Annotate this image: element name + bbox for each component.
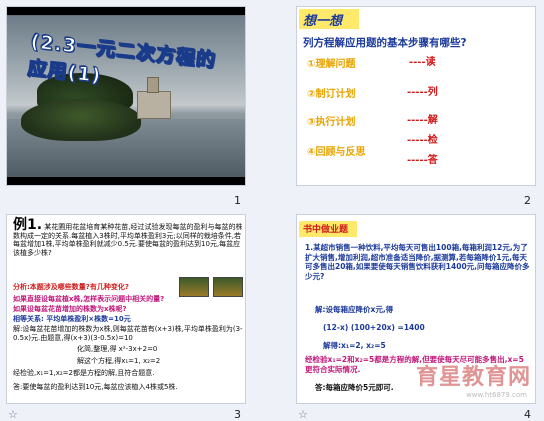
island [21, 99, 141, 141]
step-4-label: ④回顾与反思 [307, 147, 366, 158]
homework-roots: 解得:x₁=2, x₂=5 [323, 341, 386, 350]
step-1-label: ①理解问题 [307, 59, 356, 70]
slide-transition-icon[interactable]: ☆ [8, 408, 18, 421]
slide-2-question: 列方程解应用题的基本步骤有哪些? [303, 37, 467, 49]
step-3-label: ③执行计划 [307, 117, 356, 128]
slide-4-thumbnail[interactable]: 书中做业题 1.某超市销售一种饮料,平均每天可售出100箱,每箱利润12元,为了… [296, 214, 536, 404]
slide-2-thumbnail[interactable]: 想一想 列方程解应用题的基本步骤有哪些? ①理解问题 ----读 ②制订计划 -… [296, 6, 536, 186]
example-label: 例1. [13, 217, 43, 233]
slide-3-number: 3 [234, 408, 241, 421]
slide-transition-icon[interactable]: ☆ [298, 408, 308, 421]
photo-top-band [7, 7, 245, 15]
site-watermark-url: www.ht6879.com [466, 391, 527, 399]
homework-solution-setup: 解:设每箱应降价x元,得 [315, 305, 394, 314]
step-3-word: -----解 [407, 115, 438, 126]
site-watermark: 育星教育网 [415, 365, 531, 390]
flower-pot-image-2 [213, 277, 243, 297]
solution-check: 经检验,x₁=1,x₂=2都是方程的解,且符合题意. [13, 369, 155, 377]
photo-bottom-band [7, 177, 245, 185]
homework-equation: (12-x) (100+20x) =1400 [323, 323, 425, 332]
slide-2-number: 2 [524, 194, 531, 207]
step-2-word: -----列 [407, 87, 438, 98]
step-4-word-2: -----答 [407, 155, 438, 166]
slide-2-heading: 想一想 [303, 14, 343, 29]
slide-4-heading: 书中做业题 [303, 225, 349, 235]
solution-answer: 答:要使每盆的盈利达到10元,每盆应该植入4株或5株. [13, 383, 178, 391]
step-2-label: ②制订计划 [307, 89, 356, 100]
slide-1-number: 1 [234, 194, 241, 207]
castle [137, 91, 171, 119]
slide-4-number: 4 [524, 408, 531, 421]
analysis-1: 如果直接设每盆植x株,怎样表示问题中相关的量? [13, 295, 165, 303]
slide-3-thumbnail[interactable]: 例1. 某花圃用花盆培育某种花苗,经过试验发现每盆的盈利与每盆的株数构成一定的关… [6, 214, 246, 404]
solution-setup: 解:设每盆花苗增加的株数为x株,则每盆花苗有(x+3)株,平均单株盈利为(3-0… [13, 325, 243, 342]
step-4-word: -----检 [407, 135, 438, 146]
equal-relation: 相等关系: 平均单株盈利×株数=10元 [13, 315, 131, 323]
example-1-problem: 例1. 某花圃用花盆培育某种花苗,经过试验发现每盆的盈利与每盆的株数构成一定的关… [13, 218, 243, 257]
solution-roots: 解这个方程,得x₁=1, x₂=2 [77, 357, 161, 365]
solution-simplify: 化简,整理,得 x²-3x+2=0 [77, 345, 158, 353]
slide-1-thumbnail[interactable]: (2.3一元二次方程的应用(1) [6, 6, 246, 186]
analysis-2: 如果设每盆花苗增加的株数为x株呢? [13, 305, 127, 313]
example-problem-text: 某花圃用花盆培育某种花苗,经过试验发现每盆的盈利与每盆的株数构成一定的关系.每盆… [13, 223, 243, 257]
flower-pot-image [179, 277, 209, 297]
step-1-word: ----读 [409, 57, 436, 68]
homework-problem: 1.某超市销售一种饮料,平均每天可售出100箱,每箱利润12元,为了扩大销售,增… [305, 243, 530, 281]
